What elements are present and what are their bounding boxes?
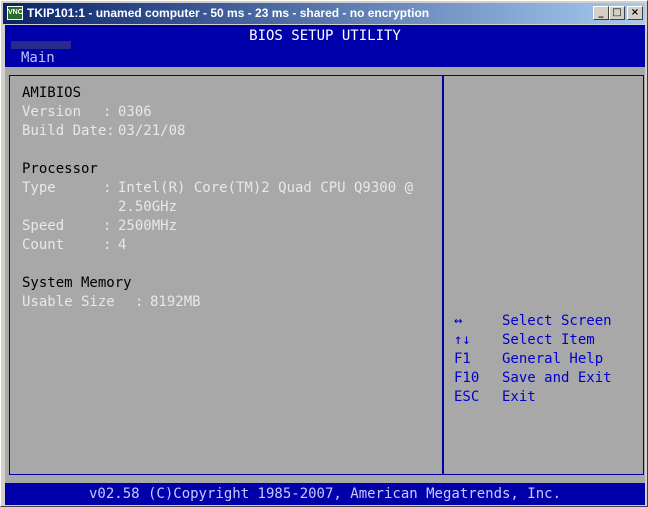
- count-separator: :: [103, 237, 112, 253]
- speed-value: 2500MHz: [118, 218, 178, 234]
- help-action-select-screen: Select Screen: [502, 313, 612, 329]
- amibios-heading: AMIBIOS: [22, 85, 82, 101]
- bios-help-panel: ↔ Select Screen ↑↓ Select Item F1 Genera…: [442, 75, 644, 475]
- bios-main-panel: AMIBIOS Version : 0306 Build Date: 03/21…: [9, 75, 443, 475]
- usable-size-label: Usable Size: [22, 294, 115, 310]
- window-titlebar[interactable]: VNC TKIP101:1 - unamed computer - 50 ms …: [3, 3, 645, 24]
- usable-size-value: 8192MB: [150, 294, 201, 310]
- vnc-window: VNC TKIP101:1 - unamed computer - 50 ms …: [0, 0, 648, 507]
- help-key-arrows-ud: ↑↓: [454, 332, 471, 348]
- usable-size-separator: :: [135, 294, 144, 310]
- help-action-save-exit: Save and Exit: [502, 370, 612, 386]
- version-separator: :: [103, 104, 112, 120]
- bios-tabbar: Main: [5, 41, 645, 67]
- speed-label: Speed: [22, 218, 65, 234]
- help-key-f10: F10: [454, 370, 480, 386]
- help-action-exit: Exit: [502, 389, 536, 405]
- help-action-select-item: Select Item: [502, 332, 595, 348]
- copyright-text: v02.58 (C)Copyright 1985-2007, American …: [88, 486, 561, 502]
- processor-heading: Processor: [22, 161, 98, 177]
- tab-main[interactable]: Main: [11, 41, 71, 67]
- system-memory-heading: System Memory: [22, 275, 132, 291]
- help-key-f1: F1: [454, 351, 471, 367]
- type-value-line1: Intel(R) Core(TM)2 Quad CPU Q9300 @: [118, 180, 414, 196]
- bios-header: BIOS SETUP UTILITY: [5, 25, 645, 49]
- help-key-arrows-lr: ↔: [454, 313, 463, 329]
- type-label: Type: [22, 180, 56, 196]
- help-action-general-help: General Help: [502, 351, 604, 367]
- close-button[interactable]: ×: [627, 6, 643, 20]
- version-label: Version: [22, 104, 82, 120]
- bios-screen[interactable]: BIOS SETUP UTILITY Main AMIBIOS Version …: [5, 25, 645, 505]
- count-value: 4: [118, 237, 127, 253]
- build-date-label: Build Date:: [22, 123, 115, 139]
- help-key-esc: ESC: [454, 389, 480, 405]
- minimize-button[interactable]: _: [593, 6, 609, 20]
- build-date-value: 03/21/08: [118, 123, 186, 139]
- vnc-app-icon[interactable]: VNC: [7, 6, 23, 20]
- speed-separator: :: [103, 218, 112, 234]
- version-value: 0306: [118, 104, 152, 120]
- type-separator: :: [103, 180, 112, 196]
- count-label: Count: [22, 237, 65, 253]
- bios-footer: v02.58 (C)Copyright 1985-2007, American …: [5, 483, 645, 505]
- type-value-line2: 2.50GHz: [118, 199, 178, 215]
- maximize-button[interactable]: □: [609, 6, 625, 20]
- bios-header-title: BIOS SETUP UTILITY: [249, 28, 401, 44]
- window-title: TKIP101:1 - unamed computer - 50 ms - 23…: [27, 6, 430, 20]
